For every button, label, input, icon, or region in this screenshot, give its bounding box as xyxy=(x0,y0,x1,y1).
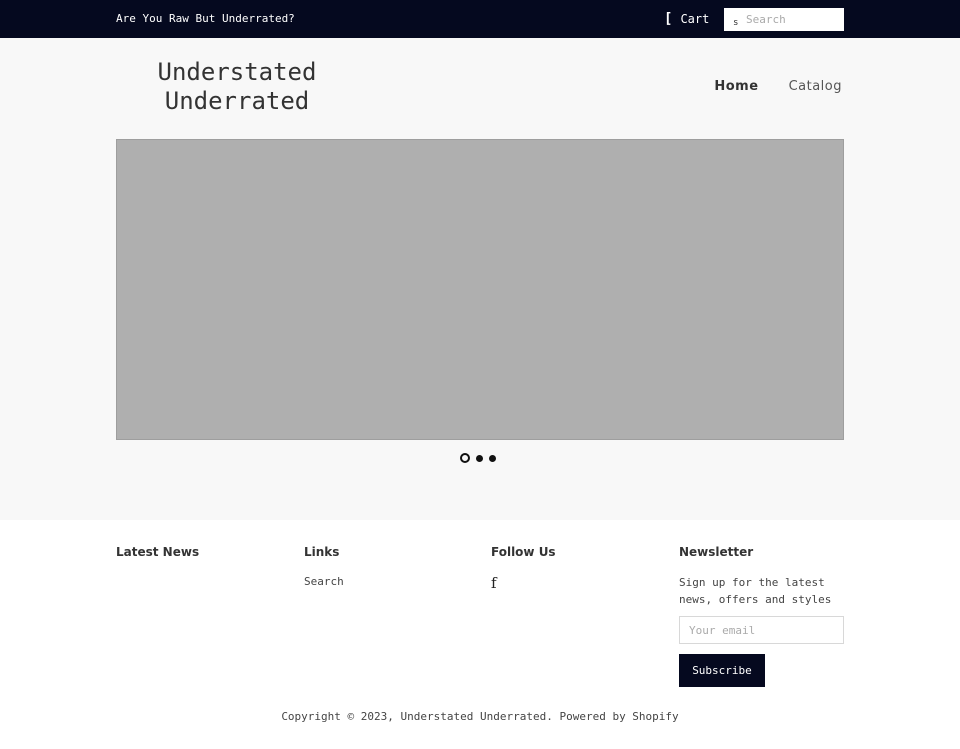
logo-line-2: Underrated xyxy=(164,87,310,115)
cart-label: Cart xyxy=(680,12,710,26)
copyright-text: Copyright © 2023, Understated Underrated… xyxy=(281,710,679,723)
footer-col-newsletter: Newsletter Sign up for the latest news, … xyxy=(679,545,845,687)
newsletter-description: Sign up for the latest news, offers and … xyxy=(679,576,832,606)
search-box: s xyxy=(724,8,844,31)
slide-dot-3[interactable] xyxy=(489,454,496,462)
cart-icon: [ xyxy=(664,11,673,27)
hero-slideshow[interactable] xyxy=(116,139,844,440)
site-footer: Latest News Links Search Follow Us f New… xyxy=(0,520,960,749)
nav-item-catalog[interactable]: Catalog xyxy=(789,79,842,94)
search-icon[interactable]: s xyxy=(733,18,738,28)
newsletter-email-input[interactable] xyxy=(679,616,844,644)
footer-col-follow: Follow Us f xyxy=(491,545,657,592)
logo-line-1: Understated xyxy=(157,58,317,86)
slide-dot-2[interactable] xyxy=(476,454,483,462)
cart-link[interactable]: [ Cart xyxy=(664,11,709,27)
footer-col-latest-news: Latest News xyxy=(116,545,282,559)
nav-item-home[interactable]: Home xyxy=(714,79,758,94)
slideshow-pagination xyxy=(460,453,496,463)
latest-news-heading: Latest News xyxy=(116,545,200,559)
subscribe-button[interactable]: Subscribe xyxy=(679,654,765,687)
newsletter-heading: Newsletter xyxy=(679,545,754,559)
search-input[interactable] xyxy=(746,8,842,31)
site-logo[interactable]: Understated Underrated xyxy=(116,58,358,116)
footer-link-search[interactable]: Search xyxy=(304,575,470,588)
slide-dot-1[interactable] xyxy=(460,453,470,463)
facebook-icon[interactable]: f xyxy=(491,574,501,592)
links-heading: Links xyxy=(304,545,340,559)
main-nav: Home Catalog xyxy=(714,79,842,94)
follow-heading: Follow Us xyxy=(491,545,556,559)
footer-col-links: Links Search xyxy=(304,545,470,588)
announcement-bar: Are You Raw But Underrated? [ Cart s xyxy=(0,0,960,38)
announcement-text: Are You Raw But Underrated? xyxy=(116,12,295,25)
